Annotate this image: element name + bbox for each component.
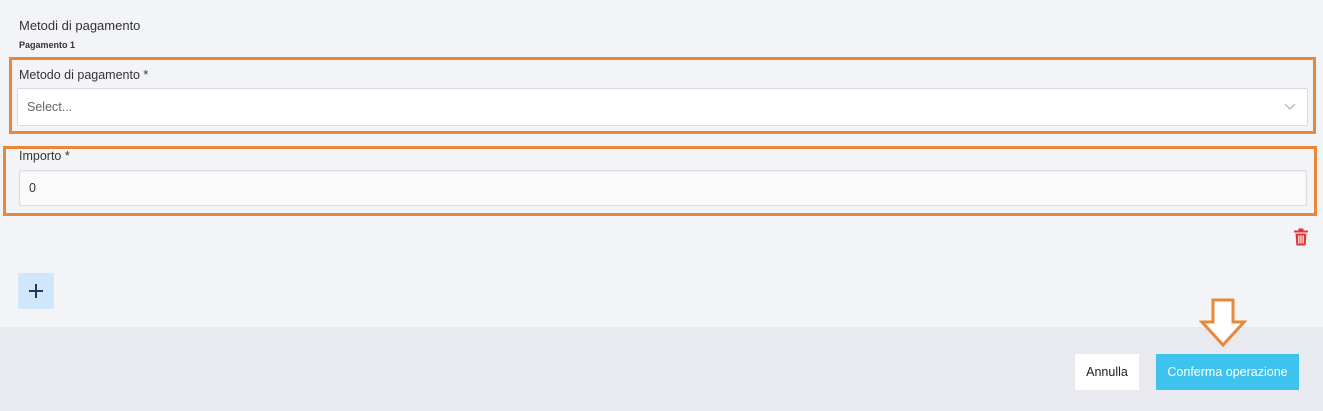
trash-icon[interactable] bbox=[1293, 228, 1309, 246]
payment-method-placeholder: Select... bbox=[27, 100, 73, 114]
amount-label: Importo * bbox=[19, 149, 70, 163]
amount-input[interactable] bbox=[19, 170, 1307, 206]
payment-method-select[interactable]: Select... bbox=[17, 88, 1308, 126]
section-title: Metodi di pagamento bbox=[19, 18, 141, 33]
annotation-arrow-down-icon bbox=[1199, 298, 1247, 348]
chevron-down-icon bbox=[1284, 103, 1296, 110]
add-payment-button[interactable] bbox=[18, 273, 54, 309]
payment-method-label: Metodo di pagamento * bbox=[19, 68, 149, 82]
cancel-button[interactable]: Annulla bbox=[1075, 354, 1139, 390]
confirm-operation-button[interactable]: Conferma operazione bbox=[1156, 354, 1299, 390]
plus-icon bbox=[29, 284, 43, 298]
payment-subtitle: Pagamento 1 bbox=[19, 40, 76, 50]
